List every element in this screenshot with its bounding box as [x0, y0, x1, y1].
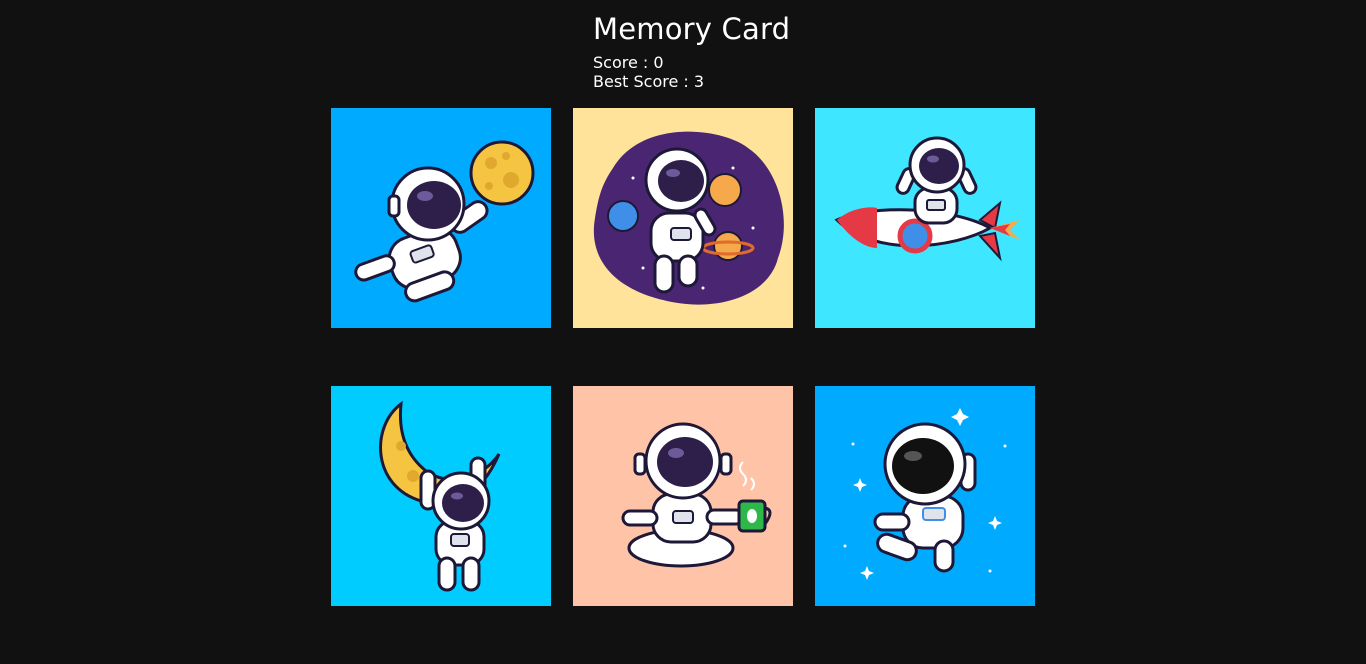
card-astronaut-meditating-coffee[interactable]: [573, 386, 793, 606]
astronaut-rocket-illustration: [815, 108, 1035, 328]
card-astronaut-reaching-moon[interactable]: [331, 108, 551, 328]
game-title: Memory Card: [593, 12, 791, 46]
best-score: Best Score : 3: [593, 72, 705, 91]
astronaut-floating-stars-illustration: [815, 386, 1035, 606]
game-header: Memory Card Score : 0 Best Score : 3: [593, 12, 790, 91]
card-astronaut-riding-rocket[interactable]: [815, 108, 1035, 328]
astronaut-crescent-moon-illustration: [331, 386, 551, 606]
scoreboard: Score : 0 Best Score : 3: [593, 53, 790, 91]
current-score: Score : 0: [593, 53, 664, 72]
card-astronaut-hanging-on-moon[interactable]: [331, 386, 551, 606]
astronaut-meditating-illustration: [573, 386, 793, 606]
astronaut-reaching-moon-illustration: [331, 108, 551, 328]
astronaut-galaxy-illustration: [573, 108, 793, 328]
card-astronaut-floating-stars[interactable]: [815, 386, 1035, 606]
card-astronaut-in-galaxy-planets[interactable]: [573, 108, 793, 328]
